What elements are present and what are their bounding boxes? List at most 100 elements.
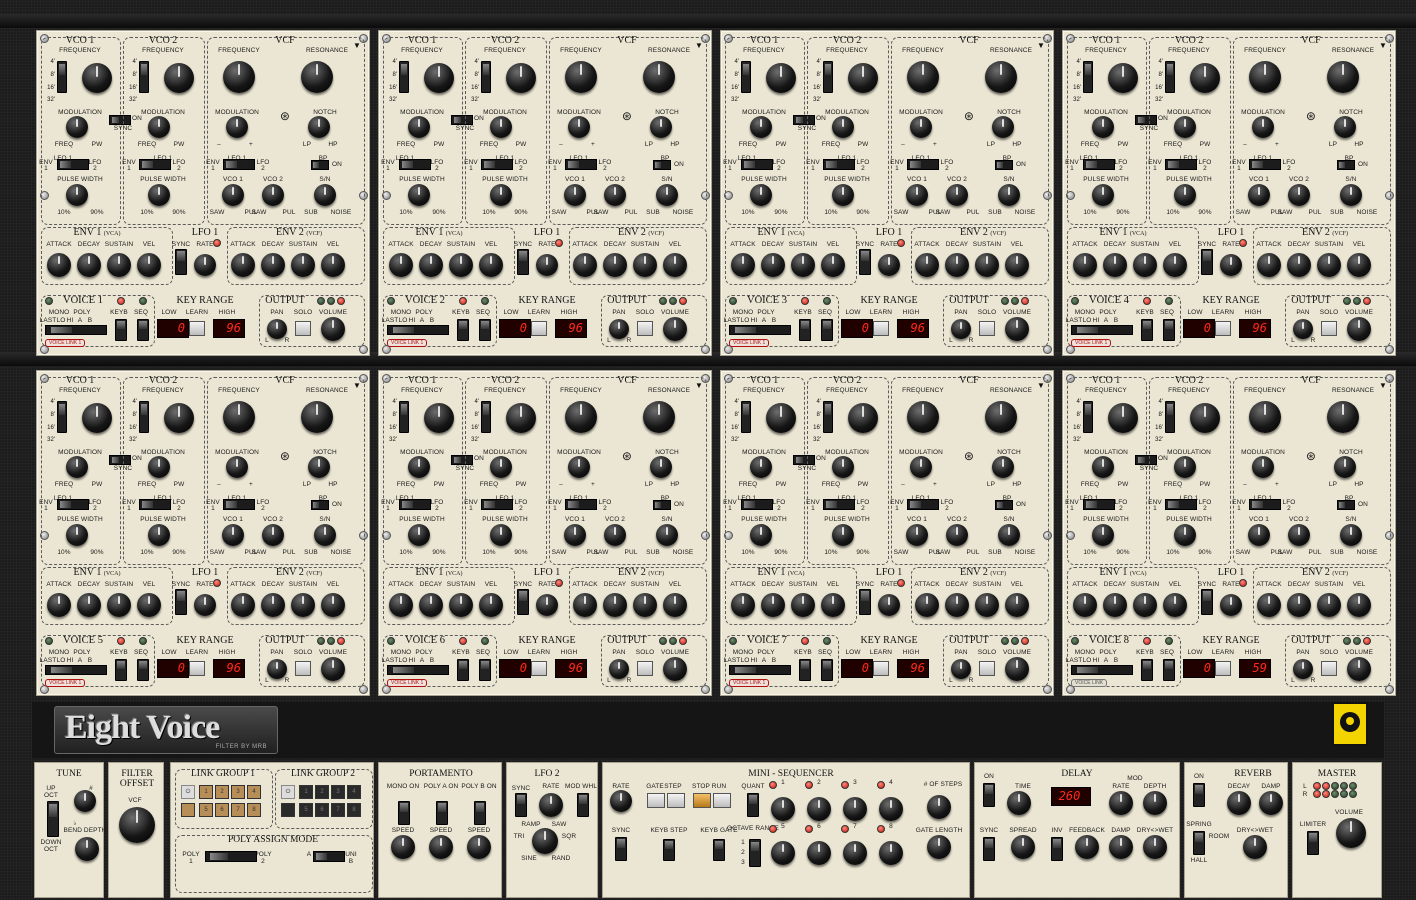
env1-attack-knob[interactable]	[731, 253, 755, 277]
link1-pad-4[interactable]: 4	[247, 785, 261, 799]
vcf-resonance-knob[interactable]	[301, 61, 333, 93]
vcf-noise-mix-knob[interactable]	[656, 184, 678, 206]
env2-attack-knob[interactable]	[915, 593, 939, 617]
vco1-lfo-env-switch[interactable]	[1083, 499, 1115, 510]
link1-pad-extra[interactable]	[181, 803, 195, 817]
lfo1-sync-switch[interactable]	[1201, 589, 1213, 615]
lfo1-rate-knob[interactable]	[878, 594, 900, 616]
vcf-vco2-mix-knob[interactable]	[946, 184, 968, 206]
vcf-notch-knob[interactable]	[1334, 456, 1356, 478]
voice-seq-switch[interactable]	[1163, 659, 1175, 681]
env2-sustain-knob[interactable]	[633, 253, 657, 277]
key-low-display[interactable]: 0	[499, 659, 531, 678]
env2-attack-knob[interactable]	[231, 593, 255, 617]
delay-inv-switch[interactable]	[1051, 837, 1063, 861]
lfo1-rate-knob[interactable]	[536, 594, 558, 616]
vco2-octave-switch[interactable]	[481, 61, 491, 93]
env2-sustain-knob[interactable]	[1317, 593, 1341, 617]
poly-assign-switch-2[interactable]	[313, 851, 345, 862]
vco2-octave-switch[interactable]	[481, 401, 491, 433]
seq-quant-switch[interactable]	[747, 793, 759, 817]
link1-pad-5[interactable]: 5	[199, 803, 213, 817]
env1-vel-knob[interactable]	[821, 593, 845, 617]
key-high-display[interactable]: 96	[213, 659, 245, 678]
vcf-modulation-knob[interactable]	[1252, 456, 1274, 478]
voice-mode-switch[interactable]	[1071, 665, 1133, 675]
seq-run-button[interactable]	[713, 793, 731, 808]
output-volume-knob[interactable]	[1347, 317, 1371, 341]
vco1-modulation-knob[interactable]	[1092, 456, 1114, 478]
seq-step-button[interactable]	[667, 793, 685, 808]
link2-pad-3[interactable]: 3	[331, 785, 345, 799]
link2-pad-extra[interactable]	[281, 803, 295, 817]
voice-keyb-switch[interactable]	[1141, 659, 1153, 681]
output-volume-knob[interactable]	[1005, 317, 1029, 341]
voice-keyb-switch[interactable]	[115, 319, 127, 341]
link1-power-icon[interactable]: ⏻	[181, 785, 195, 799]
vcf-vco2-mix-knob[interactable]	[262, 524, 284, 546]
env2-vel-knob[interactable]	[663, 253, 687, 277]
delay-spread-knob[interactable]	[1011, 835, 1035, 859]
output-pan-knob[interactable]	[951, 319, 971, 339]
link2-pad-1[interactable]: 1	[299, 785, 313, 799]
seq-step-7-knob[interactable]	[843, 841, 867, 865]
vcf-noise-mix-knob[interactable]	[998, 184, 1020, 206]
vco1-frequency-knob[interactable]	[1108, 63, 1138, 93]
env2-vel-knob[interactable]	[321, 593, 345, 617]
vco2-lfo-env-switch[interactable]	[481, 159, 513, 170]
voice-link-tag[interactable]: VOICE LINK 1	[45, 679, 86, 687]
env1-sustain-knob[interactable]	[449, 593, 473, 617]
output-solo-button[interactable]	[979, 661, 995, 676]
env2-vel-knob[interactable]	[321, 253, 345, 277]
key-low-display[interactable]: 0	[841, 319, 873, 338]
delay-drywet-knob[interactable]	[1143, 835, 1167, 859]
vcf-vco1-mix-knob[interactable]	[906, 184, 928, 206]
vco1-octave-switch[interactable]	[741, 61, 751, 93]
vcf-bp-switch[interactable]	[311, 500, 329, 510]
delay-feedback-knob[interactable]	[1075, 835, 1099, 859]
filter-offset-knob[interactable]	[119, 807, 155, 843]
vcf-lfo-env-switch[interactable]	[565, 159, 597, 170]
env1-vel-knob[interactable]	[479, 253, 503, 277]
output-volume-knob[interactable]	[321, 657, 345, 681]
key-high-display[interactable]: 96	[555, 319, 587, 338]
vco2-modulation-knob[interactable]	[148, 116, 170, 138]
reverb-type-switch[interactable]	[1193, 831, 1205, 855]
voice-mode-switch[interactable]	[45, 665, 107, 675]
key-high-display[interactable]: 96	[897, 659, 929, 678]
env2-attack-knob[interactable]	[231, 253, 255, 277]
voice-keyb-switch[interactable]	[115, 659, 127, 681]
lfo2-rate-knob[interactable]	[539, 793, 563, 817]
lfo2-sync-switch[interactable]	[515, 793, 527, 817]
vcf-resonance-knob[interactable]	[643, 61, 675, 93]
lfo2-modwhl-switch[interactable]	[577, 793, 589, 817]
env1-decay-knob[interactable]	[419, 253, 443, 277]
vco1-pulse-width-knob[interactable]	[750, 524, 772, 546]
link1-pad-6[interactable]: 6	[215, 803, 229, 817]
vcf-lfo-env-switch[interactable]	[223, 159, 255, 170]
vco1-modulation-knob[interactable]	[750, 116, 772, 138]
link1-pad-2[interactable]: 2	[215, 785, 229, 799]
voice-mode-switch[interactable]	[729, 665, 791, 675]
vco2-pulse-width-knob[interactable]	[1174, 184, 1196, 206]
env1-attack-knob[interactable]	[1073, 253, 1097, 277]
vcf-frequency-knob[interactable]	[223, 61, 255, 93]
link2-pad-2[interactable]: 2	[315, 785, 329, 799]
vco1-pulse-width-knob[interactable]	[1092, 524, 1114, 546]
key-learn-button[interactable]	[189, 321, 205, 336]
vcf-frequency-knob[interactable]	[565, 401, 597, 433]
voice-mode-switch[interactable]	[1071, 325, 1133, 335]
tune-octave-switch[interactable]	[47, 801, 59, 837]
voice-link-tag[interactable]: VOICE LINK 1	[387, 339, 428, 347]
vco2-pulse-width-knob[interactable]	[1174, 524, 1196, 546]
vco2-pulse-width-knob[interactable]	[490, 524, 512, 546]
vco2-lfo-env-switch[interactable]	[823, 159, 855, 170]
link1-pad-1[interactable]: 1	[199, 785, 213, 799]
output-pan-knob[interactable]	[267, 659, 287, 679]
vco1-octave-switch[interactable]	[57, 401, 67, 433]
vco2-pulse-width-knob[interactable]	[490, 184, 512, 206]
vco2-modulation-knob[interactable]	[148, 456, 170, 478]
vco1-octave-switch[interactable]	[1083, 401, 1093, 433]
seq-rate-knob[interactable]	[610, 790, 632, 812]
vcf-vco1-mix-knob[interactable]	[222, 524, 244, 546]
